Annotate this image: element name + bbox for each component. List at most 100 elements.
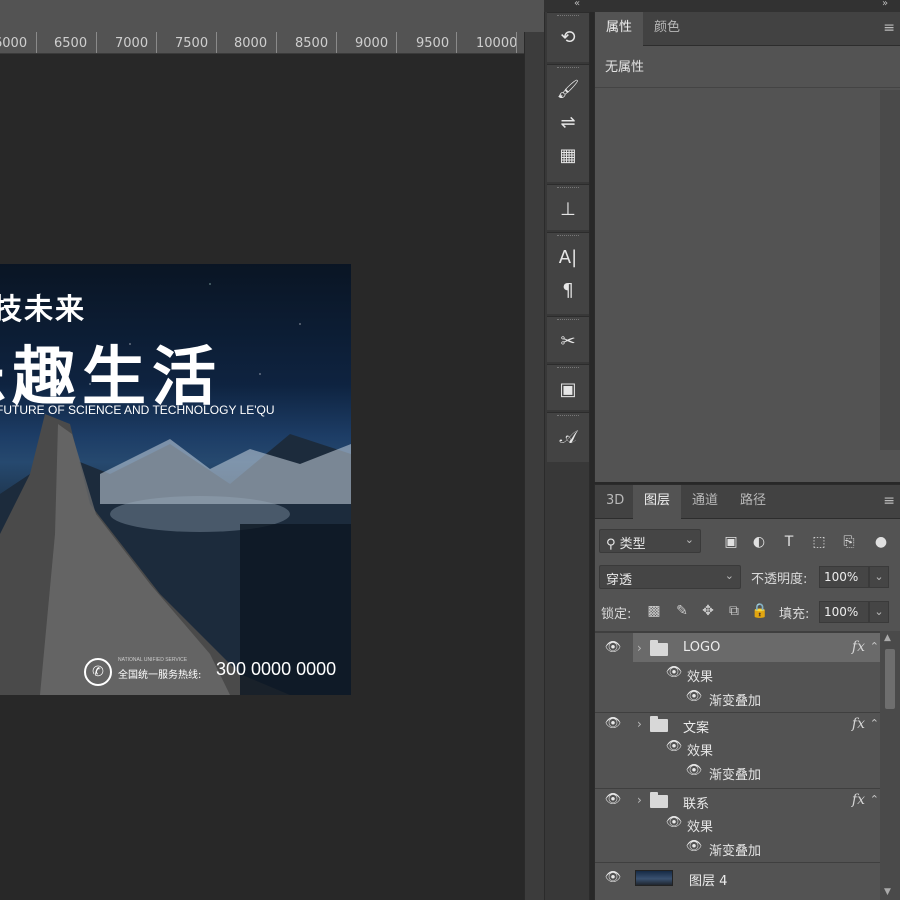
scroll-up-icon[interactable]: ▲: [884, 633, 891, 643]
layer-name: LOGO: [683, 640, 721, 655]
fill-input[interactable]: 100%: [819, 601, 869, 623]
layer-row[interactable]: 👁 图层 4: [595, 862, 881, 892]
collapsed-panel-strip: ⟲ 🖌 ⇌ ▦ ⊥ A| ¶ ✂ ▣ 𝒜: [544, 12, 590, 900]
ruler-tick: [516, 32, 517, 53]
fx-icon[interactable]: fx: [852, 716, 865, 732]
effect-row[interactable]: 👁 渐变叠加: [595, 836, 881, 862]
collapse-right-icon[interactable]: »: [882, 0, 888, 9]
paragraph-icon[interactable]: ¶: [547, 274, 589, 307]
chevron-right-icon[interactable]: ›: [637, 641, 642, 655]
effects-row[interactable]: 👁 效果: [595, 662, 881, 686]
type-filter-icon[interactable]: T: [779, 532, 799, 552]
eye-icon[interactable]: 👁: [604, 871, 622, 885]
history-icon[interactable]: ⟲: [547, 21, 589, 54]
layer-comps-icon[interactable]: ▣: [547, 373, 589, 406]
lock-image-icon[interactable]: ✎: [673, 602, 691, 620]
ruler-tick: [336, 32, 337, 53]
artwork-headline-small: 科技未来: [0, 292, 87, 326]
chevron-up-icon[interactable]: ⌃: [870, 793, 879, 806]
mountain-scene-image: [0, 414, 351, 695]
eye-icon[interactable]: 👁: [604, 793, 622, 807]
eye-icon[interactable]: 👁: [685, 764, 703, 778]
effects-row[interactable]: 👁 效果: [595, 812, 881, 836]
fx-icon[interactable]: fx: [852, 792, 865, 808]
lock-position-icon[interactable]: ✥: [699, 602, 717, 620]
chevron-up-icon[interactable]: ⌃: [870, 717, 879, 730]
brush-presets-icon[interactable]: 🖌: [547, 73, 589, 106]
tab-3d[interactable]: 3D: [595, 485, 635, 519]
panel-menu-icon[interactable]: ≡: [883, 20, 895, 36]
adjustments-icon[interactable]: ⇌: [547, 106, 589, 139]
chevron-down-icon[interactable]: ⌄: [869, 566, 889, 588]
chevron-right-icon[interactable]: ›: [637, 717, 642, 731]
canvas-vertical-scrollbar[interactable]: [524, 32, 544, 900]
tool-presets-icon[interactable]: ✂: [547, 325, 589, 358]
tool-group: ⊥: [547, 184, 589, 230]
glyphs-icon[interactable]: 𝒜: [547, 421, 589, 454]
pixel-filter-icon[interactable]: ▣: [721, 532, 741, 552]
fill-label: 填充:: [779, 607, 810, 622]
adjustment-filter-icon[interactable]: ◐: [749, 532, 769, 552]
table-icon[interactable]: ▦: [547, 139, 589, 172]
effects-row[interactable]: 👁 效果: [595, 736, 881, 760]
tab-paths[interactable]: 路径: [729, 485, 777, 519]
chevron-down-icon[interactable]: ⌄: [869, 601, 889, 623]
effects-label: 效果: [687, 670, 714, 685]
eye-icon[interactable]: 👁: [604, 641, 622, 655]
layer-group-row[interactable]: 👁 › 文案 fx ⌃: [595, 712, 881, 736]
scroll-down-icon[interactable]: ▼: [884, 887, 891, 897]
tool-group: ✂: [547, 316, 589, 362]
eye-icon[interactable]: 👁: [665, 816, 683, 830]
tab-properties[interactable]: 属性: [595, 12, 644, 46]
eye-icon[interactable]: 👁: [685, 840, 703, 854]
chevron-up-icon[interactable]: ⌃: [870, 640, 879, 653]
service-chinese: 全国统一服务热线:: [118, 670, 202, 681]
effect-row[interactable]: 👁 渐变叠加: [595, 686, 881, 712]
ruler-label: 8000: [234, 36, 268, 51]
folder-icon: [650, 792, 668, 808]
service-english: NATIONAL UNIFIED SERVICE: [118, 657, 188, 663]
smart-object-filter-icon[interactable]: ⎘: [839, 532, 859, 552]
lock-all-icon[interactable]: 🔒: [751, 602, 769, 620]
ruler-tick: [276, 32, 277, 53]
layer-group-row[interactable]: 👁 › 联系 fx ⌃: [595, 788, 881, 812]
blend-mode-select[interactable]: 穿透 ⌄: [599, 565, 741, 589]
eye-icon[interactable]: 👁: [665, 740, 683, 754]
panel-menu-icon[interactable]: ≡: [883, 493, 895, 509]
layer-filter-select[interactable]: ⚲ 类型 ⌄: [599, 529, 701, 553]
properties-scrollbar[interactable]: [880, 90, 900, 450]
layer-name: 图层 4: [689, 874, 728, 889]
ruler-tick: [396, 32, 397, 53]
panel-dock-header: [544, 0, 900, 12]
layers-tabbar: 3D 图层 通道 路径 ≡: [595, 485, 900, 519]
clone-source-icon[interactable]: ⊥: [547, 193, 589, 226]
layers-scrollbar[interactable]: ▲ ▼: [880, 631, 900, 900]
filter-toggle-icon[interactable]: ●: [871, 532, 891, 552]
opacity-input[interactable]: 100%: [819, 566, 869, 588]
tab-channels[interactable]: 通道: [681, 485, 729, 519]
layer-group-row[interactable]: 👁 › LOGO fx ⌃: [595, 632, 881, 662]
eye-icon[interactable]: 👁: [604, 717, 622, 731]
tab-color[interactable]: 颜色: [643, 12, 691, 46]
fx-icon[interactable]: fx: [852, 639, 865, 655]
horizontal-ruler[interactable]: 6000 6500 7000 7500 8000 8500 9000 9500 …: [0, 32, 524, 54]
tool-group: 🖌 ⇌ ▦: [547, 64, 589, 182]
lock-artboard-icon[interactable]: ⧉: [725, 602, 743, 620]
character-icon[interactable]: A|: [547, 241, 589, 274]
ruler-label: 8500: [295, 36, 329, 51]
document-tab-strip: [0, 0, 544, 32]
chevron-down-icon: ⌄: [724, 569, 734, 582]
scrollbar-thumb[interactable]: [885, 649, 895, 709]
collapse-left-icon[interactable]: «: [574, 0, 580, 9]
eye-icon[interactable]: 👁: [665, 666, 683, 680]
eye-icon[interactable]: 👁: [685, 690, 703, 704]
shape-filter-icon[interactable]: ⬚: [809, 532, 829, 552]
document-artwork[interactable]: 科技未来 乐趣生活 FUTURE OF SCIENCE AND TECHNOLO…: [0, 264, 351, 695]
tool-group: ⟲: [547, 12, 589, 62]
lock-transparent-icon[interactable]: ▩: [645, 602, 663, 620]
properties-tabbar: 属性 颜色 ≡: [595, 12, 900, 46]
chevron-right-icon[interactable]: ›: [637, 793, 642, 807]
effect-row[interactable]: 👁 渐变叠加: [595, 760, 881, 788]
layer-list: 👁 › LOGO fx ⌃ 👁 效果 👁 渐变叠加 👁 › 文案 fx ⌃ 👁 …: [595, 631, 881, 900]
tab-layers[interactable]: 图层: [633, 485, 682, 519]
